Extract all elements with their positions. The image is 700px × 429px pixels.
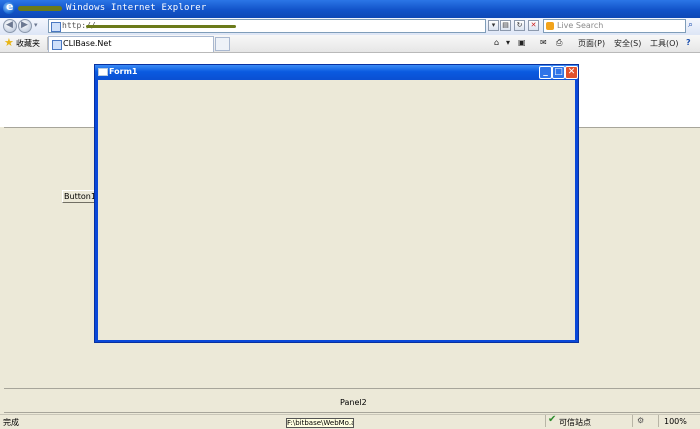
divider <box>4 412 700 413</box>
url-redaction-mark <box>86 25 236 28</box>
panel2-label: Panel2 <box>340 398 367 407</box>
stop-button[interactable]: ✕ <box>528 20 539 31</box>
divider <box>545 415 546 427</box>
tools-menu[interactable]: 工具(O) <box>650 38 679 49</box>
checkmark-icon: ✔ <box>548 414 557 425</box>
print-icon[interactable]: ⎙ <box>556 38 562 48</box>
form1-client-area <box>98 80 575 340</box>
close-button[interactable]: ✕ <box>565 66 578 79</box>
form1-window[interactable]: Form1 _ □ ✕ <box>94 64 579 343</box>
page-menu[interactable]: 页面(P) <box>578 38 605 49</box>
divider <box>4 388 700 389</box>
refresh-button[interactable]: ↻ <box>514 20 525 31</box>
feeds-icon[interactable]: ▣ <box>518 38 526 47</box>
window-title: Windows Internet Explorer <box>66 3 207 13</box>
ie-logo-letter: e <box>6 0 14 13</box>
compatibility-view-icon[interactable]: ▤ <box>500 20 511 31</box>
tab-command-bar: ★ 收藏夹 CLIBase.Net ⌂ ▾ ▣ ✉ ⎙ 页面(P) 安全(S) … <box>0 35 700 53</box>
button1[interactable]: Button1 <box>62 190 98 203</box>
home-icon[interactable]: ⌂ <box>494 38 499 47</box>
status-tooltip: F:\bitbase\WebMo.aspx <box>286 418 354 428</box>
address-input[interactable]: http:// <box>48 19 486 33</box>
form-window-icon <box>98 68 108 76</box>
forward-arrow-icon: ▶ <box>21 20 28 30</box>
security-zone[interactable]: 可信站点 <box>559 417 591 428</box>
ie-title-bar[interactable]: e Windows Internet Explorer <box>0 0 700 18</box>
divider <box>658 415 659 427</box>
search-button[interactable]: ⌕ <box>688 20 693 30</box>
recent-pages-dropdown-icon[interactable]: ▾ <box>34 21 38 29</box>
help-icon[interactable]: ? <box>686 38 691 47</box>
search-placeholder: Live Search <box>557 21 604 30</box>
title-redaction-mark <box>18 6 62 11</box>
page-icon <box>52 40 62 50</box>
new-tab-button[interactable] <box>215 37 230 51</box>
live-search-icon <box>546 22 554 30</box>
favorites-button[interactable]: 收藏夹 <box>16 38 40 49</box>
maximize-button[interactable]: □ <box>552 66 565 79</box>
form1-title: Form1 <box>109 67 138 76</box>
forward-button[interactable]: ▶ <box>18 19 32 33</box>
form1-title-bar[interactable]: Form1 _ □ ✕ <box>95 65 578 80</box>
search-input[interactable]: Live Search <box>543 19 686 33</box>
address-toolbar: ◀ ▶ ▾ http:// ▾ ▤ ↻ ✕ Live Search ⌕ <box>0 18 700 36</box>
divider <box>632 415 633 427</box>
back-arrow-icon: ◀ <box>6 20 13 30</box>
tab-label: CLIBase.Net <box>63 39 112 48</box>
page-icon <box>51 22 61 32</box>
zoom-level[interactable]: 100% <box>664 417 687 426</box>
mail-icon[interactable]: ✉ <box>540 38 547 47</box>
address-dropdown-icon[interactable]: ▾ <box>488 20 499 31</box>
minimize-button[interactable]: _ <box>539 66 552 79</box>
favorites-star-icon[interactable]: ★ <box>4 36 14 49</box>
back-button[interactable]: ◀ <box>3 19 17 33</box>
tab-current-page[interactable]: CLIBase.Net <box>48 36 214 52</box>
protected-mode-icon[interactable]: ⚙ <box>637 416 644 425</box>
status-text: 完成 <box>3 418 19 427</box>
home-dropdown-icon[interactable]: ▾ <box>506 38 510 47</box>
safety-menu[interactable]: 安全(S) <box>614 38 641 49</box>
